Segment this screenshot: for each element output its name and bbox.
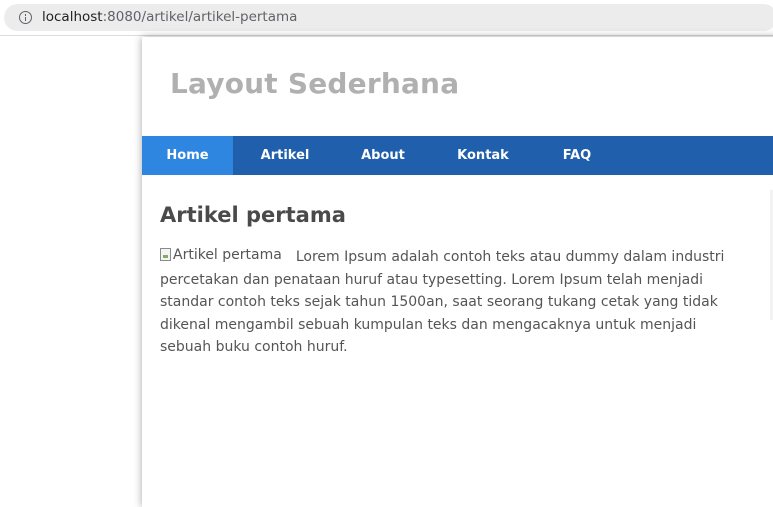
browser-address-bar: localhost:8080/artikel/artikel-pertama — [0, 0, 773, 36]
broken-image-icon — [160, 247, 171, 261]
article-body: Artikel pertama Lorem Ipsum adalah contoh… — [160, 246, 746, 359]
article-image-alt-text: Artikel pertama — [173, 247, 282, 263]
page-container: Layout Sederhana Home Artikel About Kont… — [142, 37, 773, 507]
url-field[interactable]: localhost:8080/artikel/artikel-pertama — [4, 4, 773, 31]
main-navigation: Home Artikel About Kontak FAQ — [142, 136, 773, 175]
nav-item-about[interactable]: About — [337, 136, 429, 175]
article-image: Artikel pertama — [160, 246, 282, 264]
url-text[interactable]: localhost:8080/artikel/artikel-pertama — [42, 8, 297, 27]
article-title: Artikel pertama — [160, 203, 346, 227]
url-path: :8080/artikel/artikel-pertama — [102, 9, 298, 25]
nav-item-artikel[interactable]: Artikel — [233, 136, 337, 175]
site-title: Layout Sederhana — [170, 67, 460, 100]
nav-item-kontak[interactable]: Kontak — [429, 136, 537, 175]
url-host: localhost — [42, 9, 103, 25]
info-icon[interactable] — [19, 11, 32, 24]
nav-item-faq[interactable]: FAQ — [537, 136, 617, 175]
nav-item-home[interactable]: Home — [142, 136, 233, 175]
article-body-text: Lorem Ipsum adalah contoh teks atau dumm… — [160, 249, 725, 355]
